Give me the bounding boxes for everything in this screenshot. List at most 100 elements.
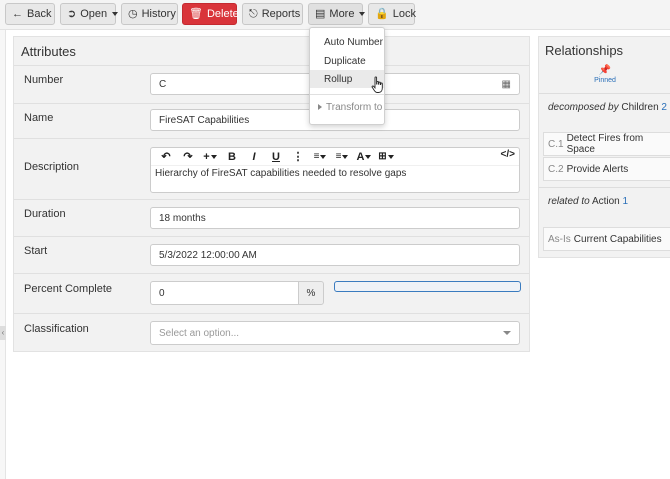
classification-select[interactable]: Select an option... — [150, 321, 520, 345]
item-name: Detect Fires from Space — [566, 133, 644, 155]
arrow-left-icon: ← — [12, 7, 23, 20]
relationship-verb: decomposed by — [548, 102, 619, 113]
relationship-verb: related to — [548, 196, 590, 207]
chevron-down-icon — [112, 12, 119, 16]
delete-label: Delete — [206, 8, 239, 20]
description-value[interactable]: Hierarchy of FireSAT capabilities needed… — [151, 166, 519, 181]
menu-item-transform-to[interactable]: Transform to — [310, 98, 384, 116]
bold-icon[interactable]: B — [221, 148, 243, 166]
relationships-title: Relationships — [545, 43, 624, 58]
stamp-icon: ⎋ — [249, 7, 258, 20]
history-label: History — [141, 8, 176, 20]
back-label: Back — [27, 8, 52, 20]
percent-complete-value: 0 — [159, 287, 165, 299]
duration-row: Duration 18 months — [14, 199, 529, 236]
transform-to-label: Transform to — [326, 101, 383, 113]
item-code: As-Is — [548, 233, 571, 245]
more-options-icon[interactable]: ⋮ — [287, 148, 309, 166]
lock-icon: 🔒 — [375, 7, 389, 20]
relationship-count: 1 — [622, 196, 629, 207]
menu-item-auto-number[interactable]: Auto Number — [310, 33, 384, 51]
classification-label: Classification — [24, 323, 89, 335]
italic-icon[interactable]: I — [243, 148, 265, 166]
start-field[interactable]: 5/3/2022 12:00:00 AM — [150, 244, 520, 266]
item-code: C.2 — [548, 163, 564, 175]
redo-icon[interactable]: ↷ — [177, 148, 199, 166]
number-value: C — [159, 78, 167, 90]
number-label: Number — [24, 74, 64, 86]
name-row: Name FireSAT Capabilities — [14, 103, 529, 138]
insert-plus-icon[interactable]: + — [199, 148, 221, 166]
auto-number-icon[interactable]: ▦ — [502, 79, 511, 90]
percent-complete-row: Percent Complete 0 % — [14, 273, 529, 313]
relationship-target: Action — [591, 196, 620, 207]
classification-placeholder: Select an option... — [159, 327, 240, 339]
relationship-group-action[interactable]: related to Action 1 — [539, 187, 670, 221]
percent-progress-bar — [334, 281, 521, 292]
relationship-target: Children — [621, 102, 659, 113]
start-row: Start 5/3/2022 12:00:00 AM — [14, 236, 529, 273]
percent-complete-label: Percent Complete — [24, 283, 113, 295]
code-view-icon[interactable]: </> — [501, 149, 515, 160]
list-icon: ▤ — [315, 7, 326, 20]
chevron-down-icon — [503, 331, 511, 335]
pinned-label: Pinned — [594, 77, 616, 84]
percent-suffix: % — [298, 281, 324, 305]
attributes-panel: Attributes Number C ▦ Name FireSAT Capab… — [13, 36, 530, 352]
undo-icon[interactable]: ↶ — [155, 148, 177, 166]
pin-icon: 📌 — [598, 65, 612, 76]
relationships-panel: Relationships 📌 Pinned decomposed by Chi… — [538, 36, 670, 258]
open-circle-icon: ➲ — [67, 7, 77, 20]
history-button[interactable]: ◷ History — [121, 3, 178, 25]
chevron-left-icon[interactable]: ‹ — [0, 326, 6, 340]
relationship-item[interactable]: C.2 Provide Alerts — [543, 157, 670, 181]
duration-label: Duration — [24, 208, 66, 220]
item-code: C.1 — [548, 138, 564, 150]
trash-icon: 🗑 — [189, 7, 203, 20]
pinned-toggle[interactable]: 📌 Pinned — [539, 65, 670, 91]
duration-value: 18 months — [159, 212, 206, 224]
reports-button[interactable]: ⎋ Reports — [242, 3, 303, 25]
item-name: Current Capabilities — [573, 233, 662, 245]
underline-icon[interactable]: U — [265, 148, 287, 166]
attributes-title: Attributes — [21, 44, 76, 59]
duration-field[interactable]: 18 months — [150, 207, 520, 229]
relationship-item[interactable]: C.1 Detect Fires from Space — [543, 132, 670, 156]
chevron-down-icon — [359, 12, 366, 16]
sidebar-collapse-handle[interactable]: ‹ — [0, 30, 6, 479]
editor-toolbar: ↶ ↷ + B I U ⋮ ≡ ≡ A ⊞ — [151, 148, 519, 166]
table-icon[interactable]: ⊞ — [375, 148, 397, 166]
delete-button[interactable]: 🗑 Delete — [182, 3, 239, 25]
reports-label: Reports — [261, 8, 301, 20]
open-button[interactable]: ➲ Open — [60, 3, 119, 25]
hand-cursor-icon — [371, 76, 383, 93]
lock-label: Lock — [392, 8, 416, 20]
number-row: Number C ▦ — [14, 65, 529, 103]
relationship-count: 2 — [661, 102, 667, 113]
open-label: Open — [80, 8, 108, 20]
classification-row: Classification Select an option... — [14, 313, 529, 351]
relationship-item[interactable]: As-Is Current Capabilities — [543, 227, 670, 251]
more-button[interactable]: ▤ More — [308, 3, 366, 25]
menu-divider — [310, 94, 384, 95]
name-label: Name — [24, 112, 54, 124]
description-editor[interactable]: ↶ ↷ + B I U ⋮ ≡ ≡ A ⊞ </> Hierarchy of F… — [150, 147, 520, 193]
start-label: Start — [24, 245, 48, 257]
more-label: More — [329, 8, 355, 20]
name-value: FireSAT Capabilities — [159, 114, 250, 126]
toolbar: ← Back ➲ Open ◷ History 🗑 Delete ⎋ Repor… — [0, 0, 670, 30]
back-button[interactable]: ← Back — [5, 3, 55, 25]
start-value: 5/3/2022 12:00:00 AM — [159, 249, 257, 261]
description-label: Description — [24, 161, 80, 173]
item-name: Provide Alerts — [566, 163, 629, 175]
relationship-group-children[interactable]: decomposed by Children 2 — [539, 93, 670, 127]
description-row: Description ↶ ↷ + B I U ⋮ ≡ ≡ A ⊞ </> Hi… — [14, 138, 529, 199]
menu-item-duplicate[interactable]: Duplicate — [310, 52, 384, 70]
bullet-list-icon[interactable]: ≡ — [331, 148, 353, 166]
clock-icon: ◷ — [128, 7, 138, 20]
align-icon[interactable]: ≡ — [309, 148, 331, 166]
font-color-icon[interactable]: A — [353, 148, 375, 166]
chevron-right-icon — [318, 104, 322, 110]
percent-complete-field[interactable]: 0 — [150, 281, 300, 305]
lock-button[interactable]: 🔒 Lock — [368, 3, 416, 25]
